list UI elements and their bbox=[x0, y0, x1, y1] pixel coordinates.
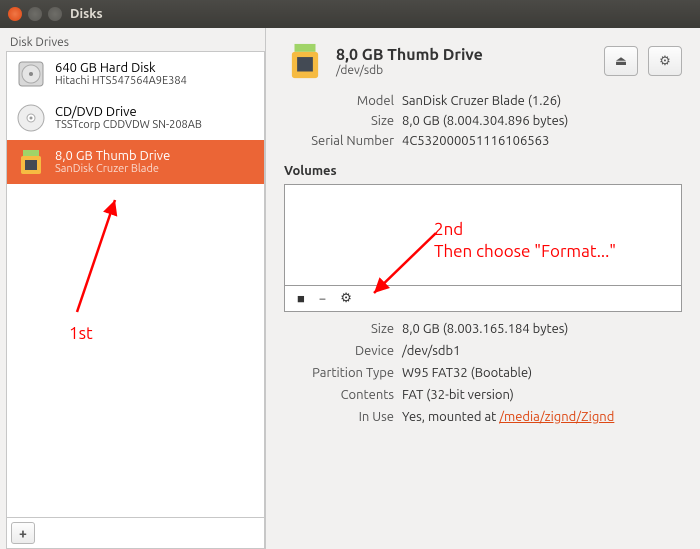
main-panel: 8,0 GB Thumb Drive /dev/sdb ⏏ ⚙ Model Sa… bbox=[266, 28, 700, 549]
gear-icon: ⚙ bbox=[340, 291, 352, 305]
drive-subtitle: TSSTcorp CDDVDW SN-208AB bbox=[55, 119, 202, 131]
model-label: Model bbox=[284, 94, 394, 108]
serial-label: Serial Number bbox=[284, 134, 394, 148]
vol-inuse-value: Yes, mounted at /media/zignd/Zignd bbox=[402, 410, 682, 424]
drive-title: CD/DVD Drive bbox=[55, 105, 202, 119]
drive-subtitle: SanDisk Cruzer Blade bbox=[55, 163, 170, 175]
sidebar-footer: + bbox=[6, 517, 265, 549]
unmount-button[interactable]: ■ bbox=[297, 291, 305, 306]
eject-button[interactable]: ⏏ bbox=[604, 46, 638, 76]
vol-inuse-label: In Use bbox=[284, 410, 394, 424]
drive-item-optical[interactable]: CD/DVD Drive TSSTcorp CDDVDW SN-208AB bbox=[7, 96, 264, 140]
eject-icon: ⏏ bbox=[615, 54, 627, 69]
volume-box[interactable]: ■ − ⚙ bbox=[284, 184, 682, 312]
drive-subtitle: Hitachi HTS547564A9E384 bbox=[55, 75, 187, 87]
vol-ptype-label: Partition Type bbox=[284, 366, 394, 380]
sidebar: Disk Drives 640 GB Hard Disk Hitachi HTS… bbox=[0, 28, 266, 549]
drive-title: 640 GB Hard Disk bbox=[55, 61, 187, 75]
annotation-arrow-1 bbox=[47, 192, 127, 322]
volume-toolbar: ■ − ⚙ bbox=[285, 285, 681, 311]
drive-item-hdd[interactable]: 640 GB Hard Disk Hitachi HTS547564A9E384 bbox=[7, 52, 264, 96]
mount-link[interactable]: /media/zignd/Zignd bbox=[499, 410, 614, 424]
vol-size-value: 8,0 GB (8.003.165.184 bytes) bbox=[402, 322, 682, 336]
size-label: Size bbox=[284, 114, 394, 128]
window-controls bbox=[8, 7, 62, 21]
stop-icon: ■ bbox=[297, 292, 305, 306]
drive-title: 8,0 GB Thumb Drive bbox=[55, 149, 170, 163]
vol-contents-label: Contents bbox=[284, 388, 394, 402]
gear-icon: ⚙ bbox=[659, 54, 671, 69]
sidebar-label: Disk Drives bbox=[6, 34, 265, 51]
drive-header-title: 8,0 GB Thumb Drive bbox=[336, 46, 594, 64]
vol-device-value: /dev/sdb1 bbox=[402, 344, 682, 358]
hdd-icon bbox=[15, 58, 47, 90]
vol-contents-value: FAT (32-bit version) bbox=[402, 388, 682, 402]
model-value: SanDisk Cruzer Blade (1.26) bbox=[402, 94, 682, 108]
optical-icon bbox=[15, 102, 47, 134]
close-icon[interactable] bbox=[8, 7, 22, 21]
maximize-icon[interactable] bbox=[48, 7, 62, 21]
window-title: Disks bbox=[70, 7, 103, 21]
vol-size-label: Size bbox=[284, 322, 394, 336]
titlebar: Disks bbox=[0, 0, 700, 28]
thumb-drive-icon bbox=[15, 146, 47, 178]
drive-item-thumb[interactable]: 8,0 GB Thumb Drive SanDisk Cruzer Blade bbox=[7, 140, 264, 184]
vol-ptype-value: W95 FAT32 (Bootable) bbox=[402, 366, 682, 380]
drive-list: 640 GB Hard Disk Hitachi HTS547564A9E384… bbox=[6, 51, 265, 517]
thumb-drive-icon bbox=[284, 40, 326, 82]
annotation-1st: 1st bbox=[69, 324, 93, 343]
volumes-label: Volumes bbox=[284, 164, 682, 178]
drive-header-sub: /dev/sdb bbox=[336, 64, 594, 77]
serial-value: 4C532000051116106563 bbox=[402, 134, 682, 148]
minus-icon: − bbox=[319, 292, 326, 306]
minimize-icon[interactable] bbox=[28, 7, 42, 21]
delete-partition-button[interactable]: − bbox=[319, 292, 326, 306]
size-value: 8,0 GB (8.004.304.896 bytes) bbox=[402, 114, 682, 128]
volume-options-button[interactable]: ⚙ bbox=[340, 291, 352, 306]
add-button[interactable]: + bbox=[11, 522, 35, 544]
drive-options-button[interactable]: ⚙ bbox=[648, 46, 682, 76]
vol-device-label: Device bbox=[284, 344, 394, 358]
